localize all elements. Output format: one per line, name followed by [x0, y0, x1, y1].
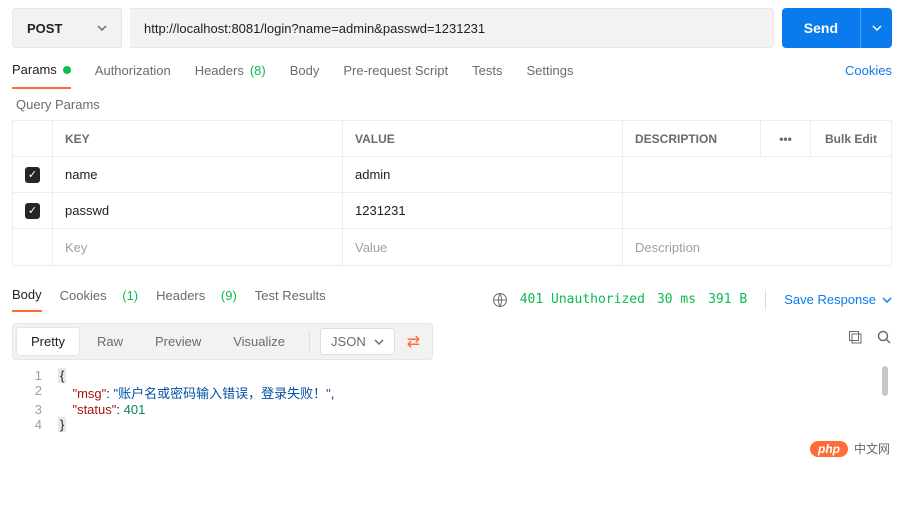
key-input[interactable]: Key	[53, 229, 343, 265]
url-text: http://localhost:8081/login?name=admin&p…	[144, 21, 485, 36]
key-cell[interactable]: passwd	[53, 193, 343, 228]
http-method-select[interactable]: POST	[12, 8, 122, 48]
tab-body[interactable]: Body	[290, 63, 320, 88]
status-size: 391 B	[708, 284, 747, 315]
desc-cell[interactable]	[623, 157, 761, 192]
col-value: VALUE	[343, 121, 623, 156]
chevron-down-icon	[882, 295, 892, 305]
chevron-down-icon	[872, 23, 882, 33]
copy-icon[interactable]	[848, 330, 863, 345]
table-row: ✓ name admin	[13, 157, 891, 193]
col-key: KEY	[53, 121, 343, 156]
view-visualize[interactable]: Visualize	[219, 328, 299, 355]
http-method-label: POST	[27, 21, 62, 36]
col-description: DESCRIPTION	[623, 121, 761, 156]
tab-prerequest[interactable]: Pre-request Script	[343, 63, 448, 88]
globe-icon[interactable]	[492, 292, 508, 308]
wrap-lines-icon[interactable]: ⇄	[399, 332, 428, 352]
row-checkbox[interactable]: ✓	[25, 167, 40, 183]
watermark: php 中文网	[810, 440, 890, 457]
resp-tab-headers[interactable]: Headers (9)	[156, 288, 237, 311]
lang-select[interactable]: JSON	[320, 328, 395, 355]
send-button[interactable]: Send	[782, 8, 860, 48]
query-params-title: Query Params	[12, 89, 892, 120]
chevron-down-icon	[97, 23, 107, 33]
more-button[interactable]: •••	[761, 121, 811, 156]
value-cell[interactable]: admin	[343, 157, 623, 192]
search-icon[interactable]	[877, 330, 892, 345]
bulk-edit-button[interactable]: Bulk Edit	[811, 121, 891, 156]
url-input[interactable]: http://localhost:8081/login?name=admin&p…	[130, 8, 774, 48]
chevron-down-icon	[374, 337, 384, 347]
scrollbar-thumb[interactable]	[882, 366, 888, 396]
resp-tab-cookies[interactable]: Cookies (1)	[60, 288, 138, 311]
view-preview[interactable]: Preview	[141, 328, 215, 355]
resp-tab-body[interactable]: Body	[12, 287, 42, 312]
status-code: 401 Unauthorized	[520, 284, 645, 315]
value-input[interactable]: Value	[343, 229, 623, 265]
tab-authorization[interactable]: Authorization	[95, 63, 171, 88]
table-header: KEY VALUE DESCRIPTION ••• Bulk Edit	[13, 121, 891, 157]
tab-params[interactable]: Params	[12, 62, 71, 89]
row-checkbox[interactable]: ✓	[25, 203, 40, 219]
table-row-new: Key Value Description	[13, 229, 891, 265]
tab-settings[interactable]: Settings	[526, 63, 573, 88]
params-dot-icon	[63, 66, 71, 74]
cookies-link[interactable]: Cookies	[845, 63, 892, 88]
key-cell[interactable]: name	[53, 157, 343, 192]
desc-cell[interactable]	[623, 193, 761, 228]
save-response-button[interactable]: Save Response	[784, 292, 892, 307]
tab-tests[interactable]: Tests	[472, 63, 502, 88]
tab-headers[interactable]: Headers (8)	[195, 63, 266, 88]
response-status: 401 Unauthorized 30 ms 391 B	[492, 284, 748, 315]
resp-tab-testresults[interactable]: Test Results	[255, 288, 326, 311]
desc-input[interactable]: Description	[623, 229, 761, 265]
response-body[interactable]: 1{ 2 "msg": "账户名或密码输入错误，登录失败！", 3 "statu…	[12, 360, 892, 440]
view-raw[interactable]: Raw	[83, 328, 137, 355]
view-pretty[interactable]: Pretty	[17, 328, 79, 355]
query-params-table: KEY VALUE DESCRIPTION ••• Bulk Edit ✓ na…	[12, 120, 892, 266]
table-row: ✓ passwd 1231231	[13, 193, 891, 229]
send-dropdown-button[interactable]	[860, 8, 892, 48]
status-time: 30 ms	[657, 284, 696, 315]
value-cell[interactable]: 1231231	[343, 193, 623, 228]
